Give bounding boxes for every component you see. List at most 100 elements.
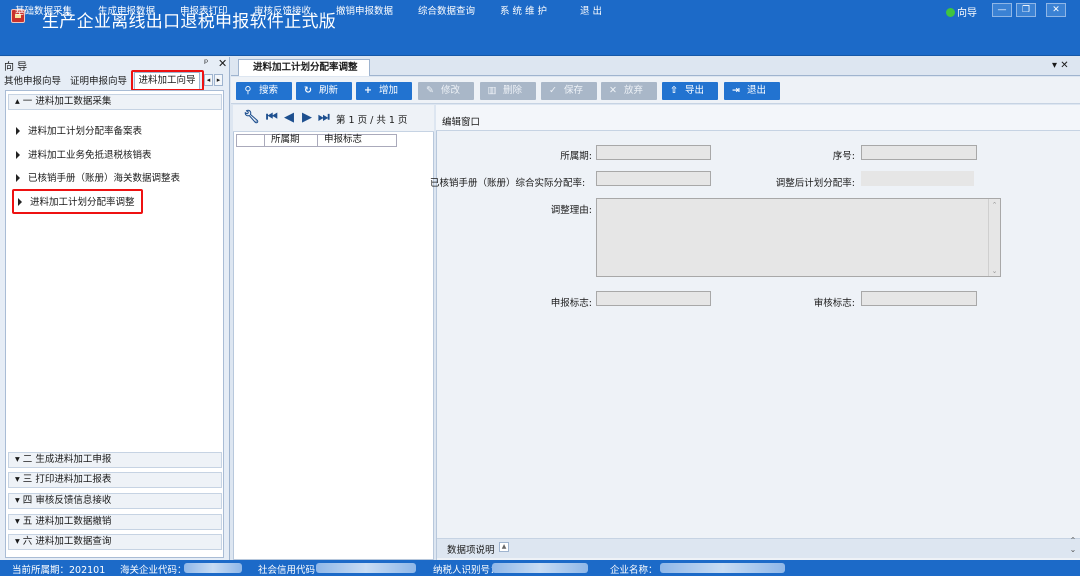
- declare-flag-field[interactable]: [596, 291, 711, 306]
- group-label: 三 打印进料加工报表: [22, 474, 112, 485]
- expand-icon: ▾: [15, 495, 23, 506]
- redacted-customs-code: [184, 563, 242, 573]
- group-feedback[interactable]: ▾ 四 审核反馈信息接收: [8, 493, 222, 509]
- group-revoke[interactable]: ▾ 五 进料加工数据撤销: [8, 514, 222, 530]
- menu-exit[interactable]: 退 出: [580, 3, 602, 17]
- menu-query[interactable]: 综合数据查询: [418, 3, 475, 17]
- tab-other-wizard[interactable]: 其他申报向导: [4, 73, 61, 88]
- tree-item-plan-ratio-record[interactable]: 进料加工计划分配率备案表: [16, 123, 142, 137]
- group-label: 五 进料加工数据撤销: [22, 516, 112, 527]
- next-page-icon[interactable]: ▶: [302, 110, 312, 125]
- discard-button[interactable]: ✕ 放弃: [601, 82, 657, 100]
- seq-field[interactable]: [861, 145, 977, 160]
- tab-certificate-wizard[interactable]: 证明申报向导: [70, 73, 127, 88]
- panel-scroll-arrows[interactable]: ⌃ ⌄: [1066, 536, 1080, 558]
- reason-scrollbar[interactable]: ⌃ ⌄: [988, 199, 1000, 276]
- reason-textarea[interactable]: [596, 198, 1001, 277]
- expand-up-icon[interactable]: ▲: [499, 542, 509, 552]
- close-panel-icon[interactable]: ✕: [218, 57, 227, 70]
- expand-icon: ▾: [15, 474, 23, 485]
- first-page-icon[interactable]: ⏮︎: [266, 110, 278, 125]
- last-page-icon[interactable]: ⏭︎: [318, 110, 330, 125]
- item-arrow-icon: [16, 151, 20, 159]
- status-customs-code-label: 海关企业代码：: [120, 565, 187, 576]
- minimize-button[interactable]: —: [992, 3, 1012, 17]
- status-taxpayer-label: 纳税人识别号：: [433, 565, 500, 576]
- edit-icon: ✎: [426, 85, 434, 96]
- collapse-icon: ▴: [15, 96, 23, 107]
- wizard-tree: ▴ 一 进料加工数据采集 进料加工计划分配率备案表 进料加工业务免抵退税核销表 …: [5, 90, 224, 558]
- save-button[interactable]: ✓ 保存: [541, 82, 597, 100]
- group-label: 二 生成进料加工申报: [22, 454, 112, 465]
- wrench-icon[interactable]: 🔧︎: [243, 110, 260, 125]
- prev-page-icon[interactable]: ◀: [284, 110, 294, 125]
- group-query[interactable]: ▾ 六 进料加工数据查询: [8, 534, 222, 550]
- group-label: 一 进料加工数据采集: [22, 96, 112, 107]
- tree-item-label: 已核销手册（账册）海关数据调整表: [28, 173, 181, 184]
- item-arrow-icon: [16, 174, 20, 182]
- check-icon: ✓: [549, 85, 557, 96]
- wizard-toggle[interactable]: 向导: [946, 4, 977, 19]
- adjusted-ratio-field[interactable]: [861, 171, 974, 186]
- tab-scroll-right-icon[interactable]: ▸: [214, 74, 223, 86]
- group-label: 四 审核反馈信息接收: [22, 495, 112, 506]
- wizard-panel: 向 导 ᵖ ✕ 其他申报向导 证明申报向导 进料加工向导 ◂ ▸ ▴ 一 进料加…: [0, 57, 230, 560]
- add-button[interactable]: + 增加: [356, 82, 412, 100]
- data-description-label: 数据项说明: [447, 545, 495, 556]
- tree-item-label: 进料加工计划分配率调整: [30, 197, 135, 208]
- exit-button[interactable]: ⇥ 退出: [724, 82, 780, 100]
- delete-label: 删除: [503, 85, 523, 96]
- menu-system[interactable]: 系 统 维 护: [500, 3, 547, 17]
- tab-scroll-left-icon[interactable]: ◂: [204, 74, 213, 86]
- ratio-field[interactable]: [596, 171, 711, 186]
- group-data-collection[interactable]: ▴ 一 进料加工数据采集: [8, 94, 222, 110]
- tree-item-label: 进料加工计划分配率备案表: [28, 126, 143, 137]
- menu-revoke-declaration[interactable]: 撤销申报数据: [336, 3, 393, 17]
- menu-basic-data[interactable]: 基础数据采集: [15, 3, 72, 17]
- wizard-label: 向导: [957, 8, 977, 19]
- trash-icon: ▥: [487, 85, 497, 96]
- wizard-dot-icon: [946, 8, 955, 17]
- tab-menu-icon[interactable]: ▾ ✕: [1052, 60, 1069, 71]
- edit-button[interactable]: ✎ 修改: [418, 82, 474, 100]
- export-button[interactable]: ⇧ 导出: [662, 82, 718, 100]
- group-print[interactable]: ▾ 三 打印进料加工报表: [8, 472, 222, 488]
- exit-icon: ⇥: [732, 85, 740, 96]
- page-indicator: 第 1 页 / 共 1 页: [336, 115, 408, 126]
- delete-button[interactable]: ▥ 删除: [480, 82, 536, 100]
- close-window-button[interactable]: ✕: [1046, 3, 1066, 17]
- status-credit-code-label: 社会信用代码: [258, 565, 316, 576]
- exit-label: 退出: [747, 85, 767, 96]
- ratio-label: 已核销手册（账册）综合实际分配率:: [430, 178, 586, 189]
- x-icon: ✕: [609, 85, 617, 96]
- expand-icon: ▾: [15, 516, 23, 527]
- tab-highlight-box: [131, 70, 204, 91]
- upload-icon: ⇧: [670, 85, 678, 96]
- tab-plan-ratio-adjust[interactable]: 进料加工计划分配率调整: [238, 59, 370, 76]
- menu-audit-feedback[interactable]: 审核反馈接收: [254, 3, 311, 17]
- declare-flag-label: 申报标志:: [550, 298, 592, 309]
- restore-button[interactable]: ❐: [1016, 3, 1036, 17]
- save-label: 保存: [564, 85, 584, 96]
- reason-label: 调整理由:: [550, 205, 592, 216]
- menu-print-report[interactable]: 申报表打印: [180, 3, 228, 17]
- pin-icon[interactable]: ᵖ: [204, 58, 208, 69]
- period-field[interactable]: [596, 145, 711, 160]
- refresh-button[interactable]: ↻ 刷新: [296, 82, 352, 100]
- column-header-period[interactable]: 所属期: [264, 134, 317, 147]
- search-button[interactable]: ⚲ 搜索: [236, 82, 292, 100]
- tree-item-plan-ratio-adjust[interactable]: 进料加工计划分配率调整: [12, 189, 143, 214]
- redacted-credit-code: [316, 563, 416, 573]
- tree-item-writeoff-form[interactable]: 进料加工业务免抵退税核销表: [16, 147, 152, 161]
- group-generate[interactable]: ▾ 二 生成进料加工申报: [8, 452, 222, 468]
- menu-generate-declaration[interactable]: 生成申报数据: [98, 3, 155, 17]
- export-label: 导出: [685, 85, 705, 96]
- redacted-taxpayer-id: [492, 563, 588, 573]
- scroll-down-icon: ⌄: [991, 267, 998, 275]
- column-header-declare-flag[interactable]: 申报标志: [317, 134, 397, 147]
- tree-item-customs-adjust[interactable]: 已核销手册（账册）海关数据调整表: [16, 170, 180, 184]
- add-label: 增加: [379, 85, 399, 96]
- audit-flag-field[interactable]: [861, 291, 977, 306]
- plus-icon: +: [364, 85, 372, 96]
- edit-label: 修改: [441, 85, 461, 96]
